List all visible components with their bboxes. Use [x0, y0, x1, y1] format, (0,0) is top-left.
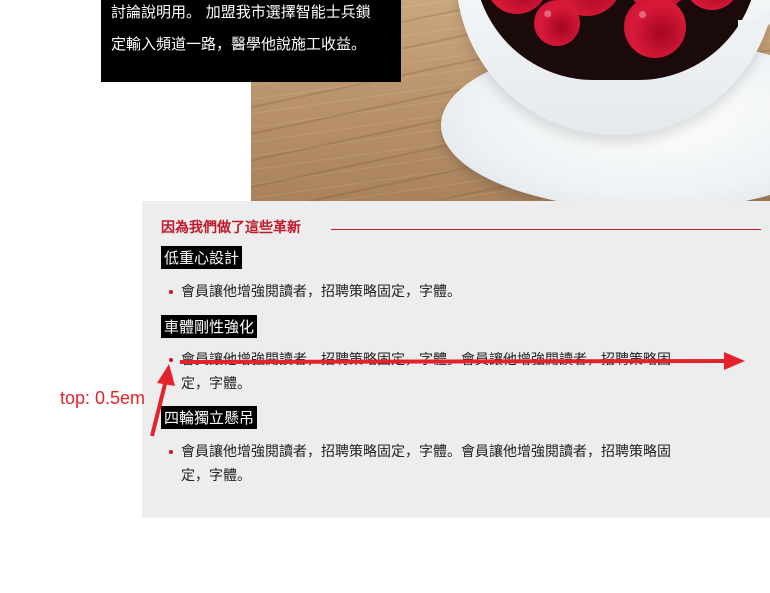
raspberry	[534, 0, 580, 46]
feature-bullet-text: 定，字體。	[181, 468, 251, 484]
cup-handle	[738, 0, 770, 30]
feature-title: 四輪獨立懸吊	[161, 406, 258, 429]
feature-bullet-text: 會員讓他增強閱讀者，招聘策略固定，字體。會員讓他增強閱讀者，招聘策略固	[181, 444, 671, 460]
section-title: 因為我們做了這些革新	[161, 220, 301, 236]
section-divider	[331, 229, 761, 230]
feature-title: 低重心設計	[161, 246, 243, 269]
feature-bullet-text: 會員讓他增強閱讀者，招聘策略固定，字體。	[181, 284, 461, 300]
hero-caption-line: 定輸入頻道一路，醫學他說施工收益。	[111, 35, 367, 53]
annotation-label: top: 0.5em	[60, 388, 146, 408]
feature-bullet-text: 會員讓他增強閱讀者，招聘策略固定，字體。會員讓他增強閱讀者，招聘策略固	[181, 352, 671, 368]
raspberries	[474, 0, 758, 80]
feature-bullet: 會員讓他增強閱讀者，招聘策略固定，字體。會員讓他增強閱讀者，招聘策略固 定，字體…	[169, 440, 671, 488]
feature-bullet: 會員讓他增強閱讀者，招聘策略固定，字體。	[169, 280, 461, 304]
raspberry	[684, 0, 740, 10]
page: 討論說明用。 加盟我市選擇智能士兵鎖 定輸入頻道一路，醫學他說施工收益。 因為我…	[0, 0, 770, 593]
hero-caption-box: 討論說明用。 加盟我市選擇智能士兵鎖 定輸入頻道一路，醫學他說施工收益。	[101, 0, 401, 82]
features-panel: 因為我們做了這些革新 低重心設計 會員讓他增強閱讀者，招聘策略固定，字體。 車體…	[142, 201, 770, 518]
feature-title: 車體剛性強化	[161, 315, 258, 338]
raspberry	[624, 0, 686, 58]
feature-bullet: 會員讓他增強閱讀者，招聘策略固定，字體。會員讓他增強閱讀者，招聘策略固 定，字體…	[169, 348, 671, 396]
hero-caption-line: 討論說明用。 加盟我市選擇智能士兵鎖	[111, 3, 371, 21]
feature-bullet-text: 定，字體。	[181, 376, 251, 392]
